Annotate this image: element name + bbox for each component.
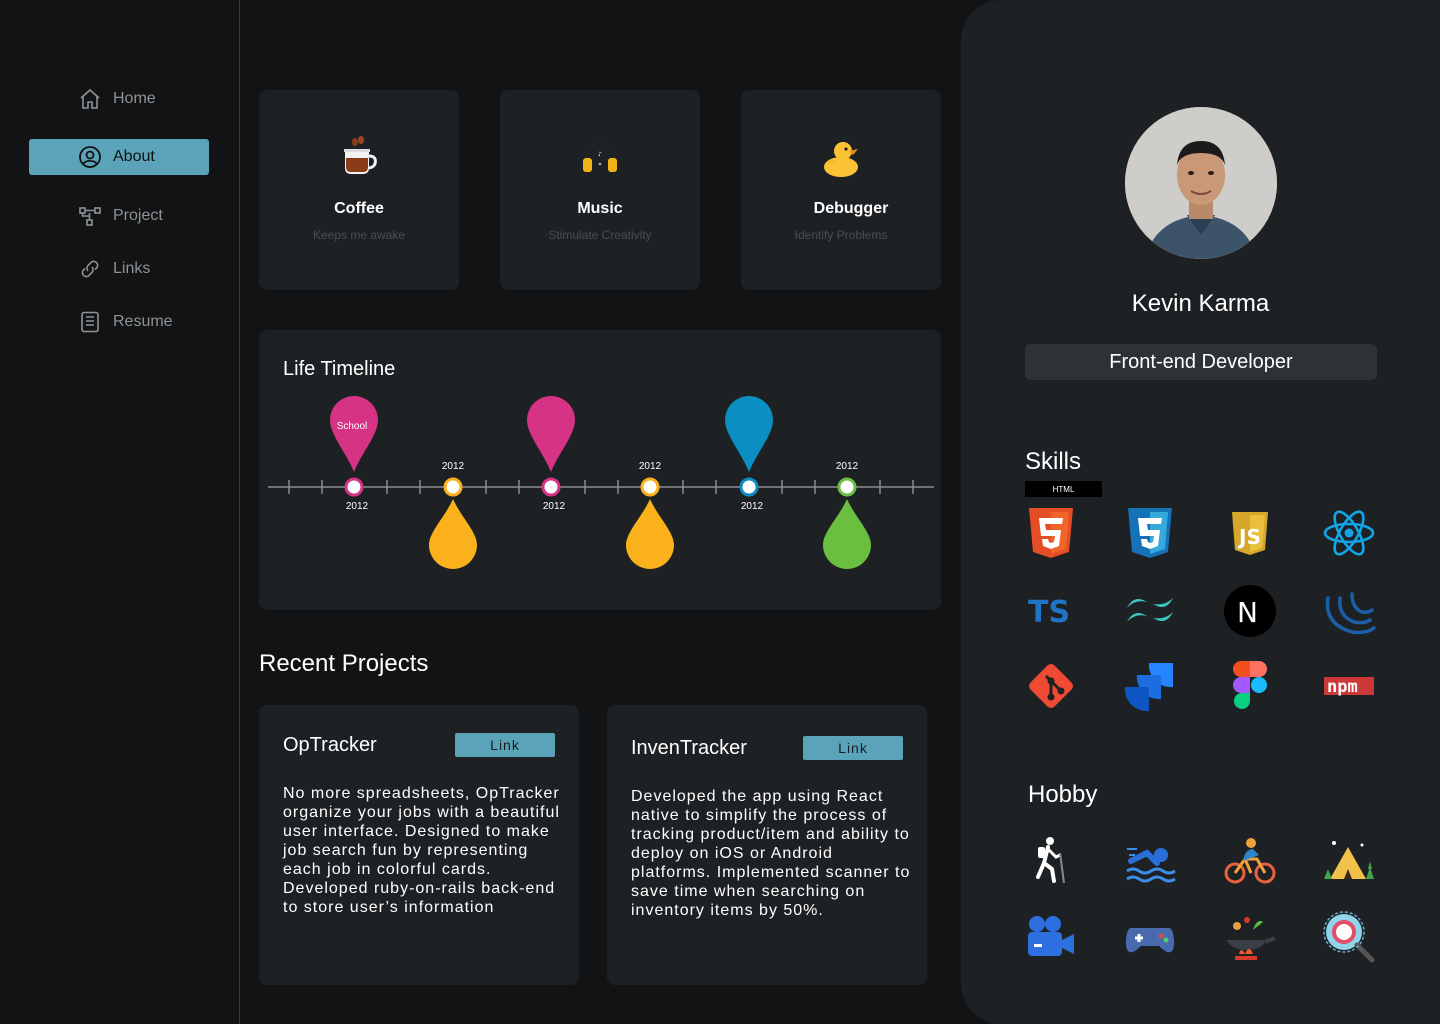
skill-tooltip: HTML (1025, 481, 1102, 497)
cooking-icon[interactable] (1223, 910, 1277, 964)
interest-title: Coffee (334, 200, 384, 217)
javascript-icon[interactable]: JS (1223, 506, 1277, 560)
interest-card-coffee: Coffee Keeps me awake (259, 90, 459, 290)
video-camera-icon[interactable] (1024, 910, 1078, 964)
nav-label: Project (113, 207, 163, 224)
timeline-year: 2012 (836, 461, 859, 472)
npm-icon[interactable]: npm (1322, 659, 1376, 713)
svg-text:♪: ♪ (598, 151, 602, 158)
timeline-year: 2012 (346, 501, 369, 512)
sidebar: Home About Project Links Resume (0, 0, 240, 1024)
typescript-text: TS (1028, 595, 1070, 630)
profile-role-badge: Front-end Developer (1025, 344, 1377, 380)
nav-label: Resume (113, 313, 173, 330)
timeline-pin[interactable] (330, 396, 378, 472)
swimming-icon[interactable] (1123, 833, 1177, 887)
css3-icon[interactable] (1123, 506, 1177, 560)
project-link-button[interactable]: Link (455, 733, 555, 757)
search-magnifier-icon[interactable] (1322, 910, 1376, 964)
document-icon (77, 309, 103, 335)
profile-panel: Kevin Karma Front-end Developer Skills H… (961, 0, 1440, 1024)
project-link-button[interactable]: Link (803, 736, 903, 760)
timeline-year: 2012 (442, 461, 465, 472)
jira-icon[interactable] (1123, 659, 1177, 713)
timeline-year: 2012 (639, 461, 662, 472)
profile-name: Kevin Karma (1131, 290, 1270, 317)
project-description: No more spreadsheets, OpTracker organize… (283, 785, 560, 916)
timeline-node[interactable] (541, 477, 561, 497)
avatar (1125, 107, 1277, 259)
recent-projects-title: Recent Projects (259, 650, 429, 677)
nav-item-home[interactable]: Home (29, 81, 209, 117)
timeline-pin[interactable] (527, 396, 575, 472)
nextjs-icon[interactable]: N (1223, 584, 1277, 638)
tailwind-icon[interactable] (1123, 584, 1177, 638)
timeline-pin[interactable] (626, 499, 674, 569)
npm-text: npm (1327, 677, 1358, 697)
nav-label: About (113, 148, 155, 165)
skills-title: Skills (1025, 448, 1082, 475)
interest-title: Music (577, 200, 623, 217)
headphones-icon: ♪ (500, 134, 700, 182)
timeline-node[interactable] (443, 477, 463, 497)
timeline-pin[interactable] (823, 499, 871, 569)
nav-label: Home (113, 90, 156, 107)
project-description: Developed the app using React native to … (631, 788, 911, 919)
interest-title: Debugger (813, 200, 889, 217)
svg-text:JS: JS (1237, 525, 1261, 549)
nextjs-text: N (1237, 596, 1258, 629)
rubber-duck-icon (741, 134, 941, 182)
hobby-title: Hobby (1028, 781, 1098, 808)
nav-item-project[interactable]: Project (29, 198, 209, 234)
nav-item-about[interactable]: About (29, 139, 209, 175)
interest-subtitle: Identify Problems (794, 228, 888, 242)
timeline-pin[interactable] (429, 499, 477, 569)
interest-subtitle: Stimulate Creativity (548, 228, 652, 242)
project-name: InvenTracker (631, 737, 747, 759)
project-card-optracker: OpTracker Link No more spreadsheets, OpT… (259, 705, 579, 985)
cycling-icon[interactable] (1223, 833, 1277, 887)
project-card-inventracker: InvenTracker Link Developed the app usin… (607, 705, 927, 985)
interest-card-debugger: Debugger Identify Problems (741, 90, 941, 290)
hiking-icon[interactable] (1024, 833, 1078, 887)
nav-item-resume[interactable]: Resume (29, 304, 209, 340)
timeline-pin[interactable] (725, 396, 773, 472)
html5-icon[interactable] (1024, 506, 1078, 560)
project-name: OpTracker (283, 734, 377, 756)
react-icon[interactable] (1322, 506, 1376, 560)
timeline-node[interactable] (739, 477, 759, 497)
interest-card-music: ♪ Music Stimulate Creativity (500, 90, 700, 290)
home-icon (77, 86, 103, 112)
user-circle-icon (77, 144, 103, 170)
nav-label: Links (113, 260, 151, 277)
timeline-node[interactable] (640, 477, 660, 497)
link-icon (77, 256, 103, 282)
figma-icon[interactable] (1223, 659, 1277, 713)
interest-subtitle: Keeps me awake (312, 228, 406, 242)
project-tree-icon (77, 203, 103, 229)
camping-icon[interactable] (1322, 833, 1376, 887)
timeline-pin-label: School (337, 421, 368, 432)
timeline-year: 2012 (741, 501, 764, 512)
git-icon[interactable] (1024, 659, 1078, 713)
gamepad-icon[interactable] (1123, 910, 1177, 964)
timeline-node[interactable] (837, 477, 857, 497)
timeline-year: 2012 (543, 501, 566, 512)
life-timeline-card: Life Timeline School 2012 2012 2012 2012 2012… (259, 330, 941, 610)
coffee-icon (259, 134, 459, 182)
jquery-icon[interactable] (1322, 584, 1376, 638)
typescript-icon[interactable]: TS (1024, 584, 1078, 638)
timeline-node[interactable] (344, 477, 364, 497)
timeline-chart: School 2012 2012 2012 2012 2012 2012 (268, 396, 934, 569)
nav-item-links[interactable]: Links (29, 251, 209, 287)
